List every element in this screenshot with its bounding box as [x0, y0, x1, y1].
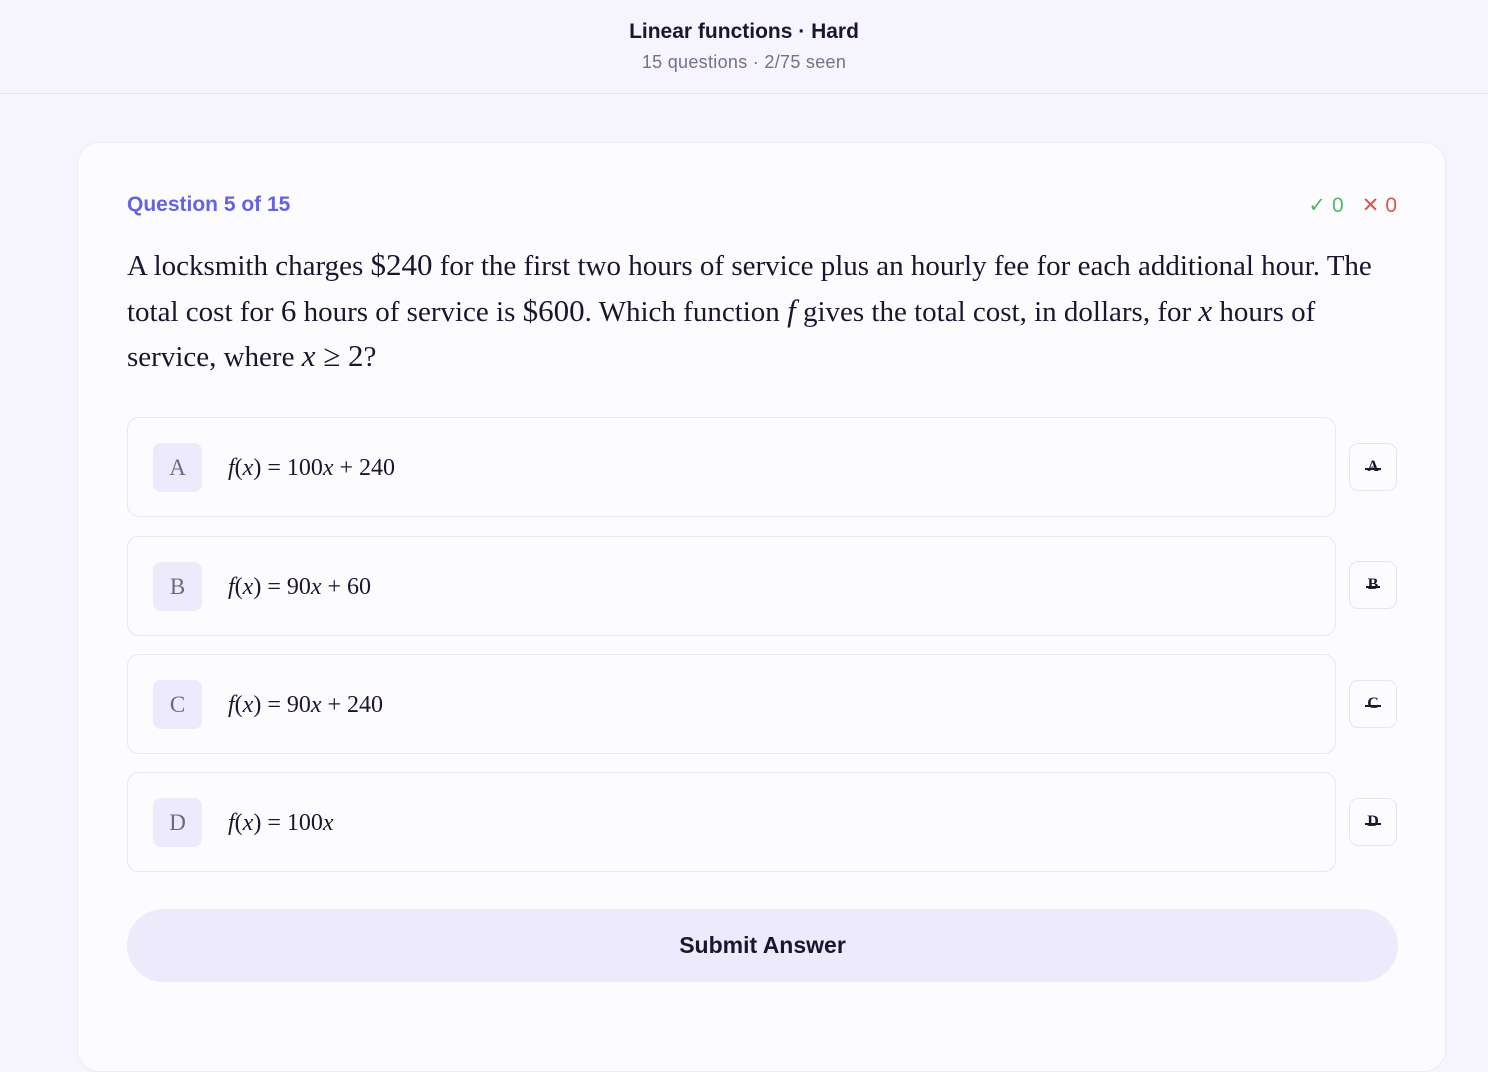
- option-letter: D: [153, 798, 202, 847]
- submit-answer-button[interactable]: Submit Answer: [127, 909, 1398, 982]
- answer-option-d[interactable]: D f(x) = 100x: [127, 772, 1336, 872]
- quiz-progress: 15 questions · 2/75 seen: [641, 52, 847, 72]
- correct-count: ✓ 0: [1308, 194, 1344, 217]
- strike-option-a-button[interactable]: A: [1349, 443, 1397, 491]
- question-number: Question 5 of 15: [127, 193, 291, 216]
- quiz-title: Linear functions · Hard: [629, 20, 859, 43]
- option-formula: f(x) = 90x + 60: [228, 574, 372, 600]
- answer-option-a[interactable]: A f(x) = 100x + 240: [127, 417, 1336, 517]
- option-letter: B: [153, 562, 202, 611]
- strike-option-b-button[interactable]: B: [1349, 561, 1397, 609]
- question-stem: A locksmith charges $240 for the first t…: [127, 247, 1372, 373]
- strike-option-c-button[interactable]: C: [1349, 680, 1397, 728]
- question-card: Question 5 of 15 ✓ 0 ✕ 0 A locksmith charg…: [77, 142, 1446, 1072]
- option-letter: A: [153, 443, 202, 492]
- answer-option-b[interactable]: B f(x) = 90x + 60: [127, 536, 1336, 636]
- option-formula: f(x) = 100x + 240: [228, 455, 396, 481]
- score-tally: ✓ 0 ✕ 0: [1308, 193, 1397, 218]
- answer-option-c[interactable]: C f(x) = 90x + 240: [127, 654, 1336, 754]
- x-icon: ✕: [1361, 194, 1380, 217]
- option-letter: C: [153, 680, 202, 729]
- wrong-count: ✕ 0: [1361, 194, 1397, 217]
- option-formula: f(x) = 100x: [228, 810, 334, 836]
- check-icon: ✓: [1308, 194, 1327, 217]
- strike-option-d-button[interactable]: D: [1349, 798, 1397, 846]
- quiz-header: Linear functions · Hard 15 questions · 2…: [0, 0, 1488, 94]
- option-formula: f(x) = 90x + 240: [228, 692, 384, 718]
